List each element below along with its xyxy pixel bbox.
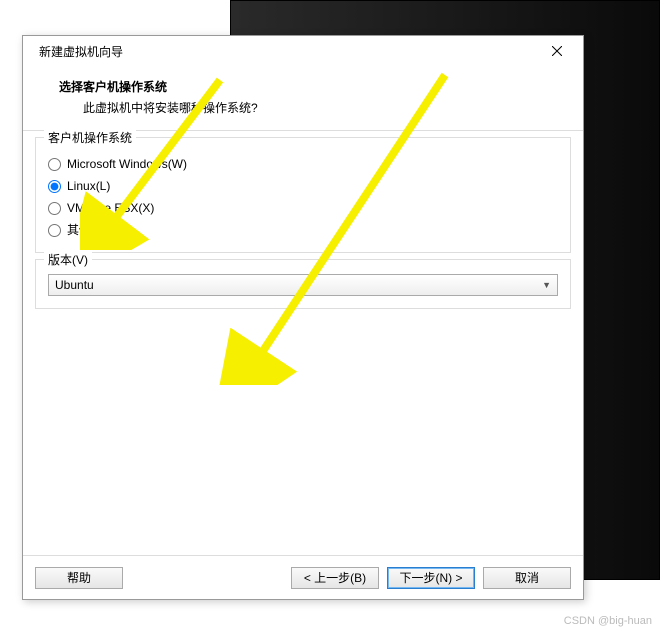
version-group-legend: 版本(V) bbox=[44, 251, 92, 268]
radio-vmware-esx[interactable]: VMware ESX(X) bbox=[48, 198, 558, 218]
radio-linux[interactable]: Linux(L) bbox=[48, 176, 558, 196]
header-section: 选择客户机操作系统 此虚拟机中将安装哪种操作系统? bbox=[23, 66, 583, 130]
chevron-down-icon: ▼ bbox=[542, 280, 551, 290]
radio-linux-label: Linux(L) bbox=[67, 176, 110, 196]
watermark: CSDN @big-huan bbox=[564, 615, 652, 627]
radio-other-label: 其他(O) bbox=[67, 220, 108, 240]
version-group: 版本(V) Ubuntu ▼ bbox=[35, 259, 571, 309]
back-button[interactable]: < 上一步(B) bbox=[291, 567, 379, 589]
radio-linux-input[interactable] bbox=[48, 180, 61, 193]
cancel-button[interactable]: 取消 bbox=[483, 567, 571, 589]
header-title: 选择客户机操作系统 bbox=[59, 78, 559, 95]
radio-windows-input[interactable] bbox=[48, 158, 61, 171]
radio-vmware-esx-label: VMware ESX(X) bbox=[67, 198, 154, 218]
version-selected-text: Ubuntu bbox=[55, 278, 542, 292]
close-button[interactable] bbox=[541, 39, 573, 63]
help-button[interactable]: 帮助 bbox=[35, 567, 123, 589]
version-combobox[interactable]: Ubuntu ▼ bbox=[48, 274, 558, 296]
content-area: 客户机操作系统 Microsoft Windows(W) Linux(L) VM… bbox=[23, 130, 583, 555]
next-button[interactable]: 下一步(N) > bbox=[387, 567, 475, 589]
header-subtitle: 此虚拟机中将安装哪种操作系统? bbox=[59, 99, 559, 116]
dialog-title: 新建虚拟机向导 bbox=[33, 43, 541, 60]
radio-other[interactable]: 其他(O) bbox=[48, 220, 558, 240]
close-icon bbox=[552, 46, 562, 56]
wizard-dialog: 新建虚拟机向导 选择客户机操作系统 此虚拟机中将安装哪种操作系统? 客户机操作系… bbox=[22, 35, 584, 600]
footer-bar: 帮助 < 上一步(B) 下一步(N) > 取消 bbox=[23, 555, 583, 599]
radio-windows[interactable]: Microsoft Windows(W) bbox=[48, 154, 558, 174]
radio-windows-label: Microsoft Windows(W) bbox=[67, 154, 187, 174]
os-group-legend: 客户机操作系统 bbox=[44, 129, 136, 146]
title-bar: 新建虚拟机向导 bbox=[23, 36, 583, 66]
os-group: 客户机操作系统 Microsoft Windows(W) Linux(L) VM… bbox=[35, 137, 571, 253]
radio-other-input[interactable] bbox=[48, 224, 61, 237]
radio-vmware-esx-input[interactable] bbox=[48, 202, 61, 215]
